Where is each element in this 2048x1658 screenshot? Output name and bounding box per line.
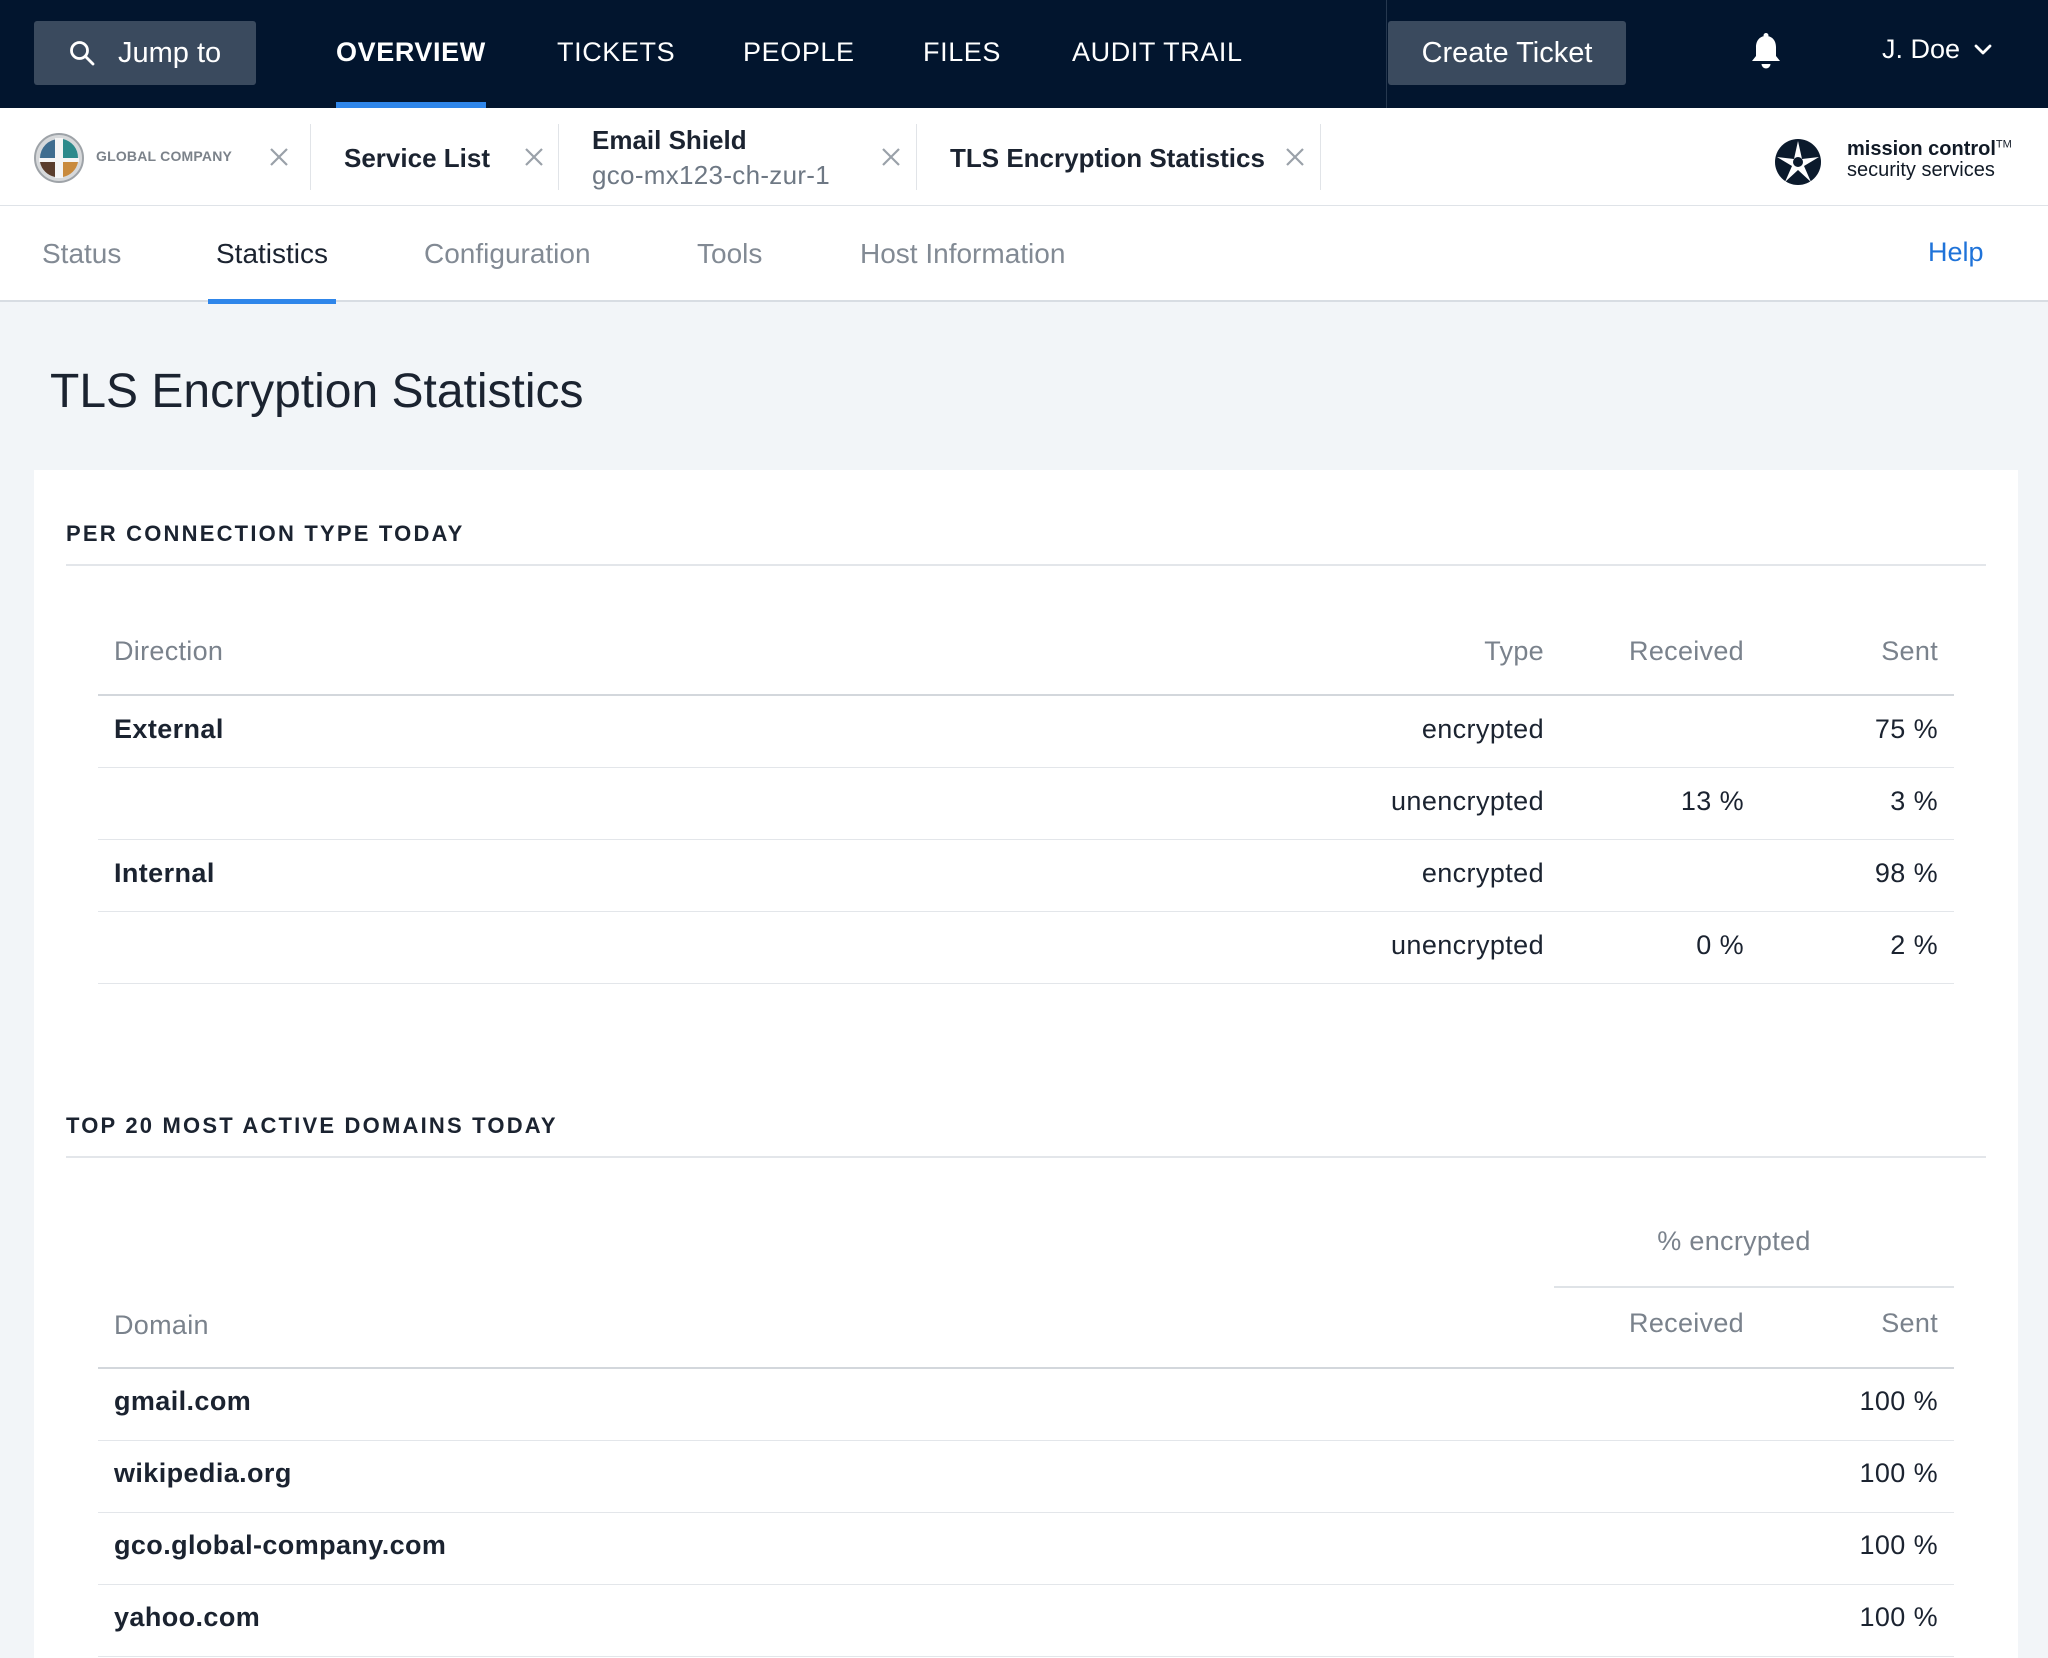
- row-divider: [98, 911, 1954, 912]
- close-email-shield-tab-icon[interactable]: [880, 146, 902, 168]
- sub-navigation: Status Statistics Configuration Tools Ho…: [0, 206, 2048, 304]
- tab-service-list-label: Service List: [344, 142, 490, 173]
- row-type: unencrypted: [1390, 930, 1544, 960]
- nav-overview[interactable]: OVERVIEW: [336, 0, 486, 108]
- row-received: 0 %: [1696, 930, 1744, 960]
- tab-divider: [1320, 124, 1321, 190]
- row-divider: [98, 983, 1954, 984]
- brand-name: mission controlTM: [1847, 138, 2012, 160]
- company-name: GLOBAL COMPANY: [96, 148, 233, 164]
- tab-email-shield-title: Email Shield: [592, 125, 747, 155]
- col-received: Received: [1629, 1308, 1744, 1338]
- header-divider: [98, 694, 1954, 696]
- close-tls-tab-icon[interactable]: [1284, 146, 1306, 168]
- top-navigation: Jump to OVERVIEW TICKETS PEOPLE FILES AU…: [0, 0, 2048, 108]
- breadcrumb-tabs: Service List Email Shield gco-mx123-ch-z…: [0, 108, 2048, 206]
- domain-sent: 100 %: [1859, 1602, 1938, 1632]
- mission-control-brand: mission controlTM security services: [1847, 138, 2012, 182]
- nav-people[interactable]: PEOPLE: [743, 0, 855, 108]
- row-type: encrypted: [1421, 858, 1544, 888]
- col-sent: Sent: [1881, 1308, 1938, 1338]
- nav-audit-trail[interactable]: AUDIT TRAIL: [1072, 0, 1243, 108]
- subtab-status[interactable]: Status: [42, 206, 121, 302]
- row-divider: [98, 839, 1954, 840]
- row-direction: External: [114, 714, 224, 744]
- subtab-configuration[interactable]: Configuration: [424, 206, 591, 302]
- section-divider: [66, 1156, 1986, 1158]
- tab-tls-statistics[interactable]: TLS Encryption Statistics: [950, 126, 1265, 190]
- jump-to-button[interactable]: Jump to: [34, 21, 256, 85]
- col-domain: Domain: [114, 1310, 209, 1340]
- row-divider: [98, 767, 1954, 768]
- row-sent: 98 %: [1874, 858, 1938, 888]
- tab-divider: [916, 124, 917, 190]
- col-received: Received: [1629, 636, 1744, 666]
- brand-tagline: security services: [1847, 159, 1995, 181]
- group-header-divider: [1554, 1286, 1954, 1288]
- nav-tickets[interactable]: TICKETS: [557, 0, 675, 108]
- row-received: 13 %: [1680, 786, 1744, 816]
- tab-email-shield-host: gco-mx123-ch-zur-1: [592, 160, 831, 190]
- connection-section-title: PER CONNECTION TYPE TODAY: [66, 521, 465, 546]
- user-menu[interactable]: J. Doe: [1882, 34, 1992, 65]
- row-sent: 3 %: [1890, 786, 1938, 816]
- help-link[interactable]: Help: [1928, 206, 1984, 302]
- row-divider: [98, 1512, 1954, 1513]
- domain-sent: 100 %: [1859, 1530, 1938, 1560]
- domain-sent: 100 %: [1859, 1458, 1938, 1488]
- col-group-encrypted: % encrypted: [1657, 1226, 1811, 1256]
- col-direction: Direction: [114, 636, 224, 666]
- domains-section-title: TOP 20 MOST ACTIVE DOMAINS TODAY: [66, 1113, 558, 1138]
- page-title: TLS Encryption Statistics: [50, 365, 584, 418]
- close-service-list-tab-icon[interactable]: [523, 146, 545, 168]
- col-sent: Sent: [1881, 636, 1938, 666]
- global-company-logo[interactable]: [33, 132, 85, 184]
- close-company-tab-icon[interactable]: [268, 146, 290, 168]
- row-divider: [98, 1440, 1954, 1441]
- nav-files[interactable]: FILES: [923, 0, 1001, 108]
- subtab-statistics[interactable]: Statistics: [207, 206, 337, 304]
- user-name: J. Doe: [1882, 34, 1961, 64]
- tab-service-list[interactable]: Service List: [344, 126, 490, 190]
- bell-icon[interactable]: [1748, 32, 1784, 72]
- row-sent: 75 %: [1874, 714, 1938, 744]
- domain-name: yahoo.com: [114, 1602, 261, 1632]
- tab-email-shield[interactable]: Email Shield gco-mx123-ch-zur-1: [592, 120, 830, 196]
- row-type: encrypted: [1421, 714, 1544, 744]
- subtab-tools[interactable]: Tools: [697, 206, 762, 302]
- row-sent: 2 %: [1890, 930, 1938, 960]
- tab-tls-statistics-label: TLS Encryption Statistics: [950, 142, 1265, 173]
- domain-name: wikipedia.org: [114, 1458, 292, 1488]
- tab-divider: [558, 124, 559, 190]
- statistics-card: PER CONNECTION TYPE TODAY Direction Type…: [34, 470, 2018, 1658]
- section-divider: [66, 564, 1986, 566]
- jump-to-label: Jump to: [118, 36, 222, 69]
- col-type: Type: [1484, 636, 1544, 666]
- row-divider: [98, 1656, 1954, 1657]
- tab-divider: [310, 124, 311, 190]
- subtab-host-information[interactable]: Host Information: [860, 206, 1065, 302]
- header-divider: [98, 1367, 1954, 1369]
- row-type: unencrypted: [1390, 786, 1544, 816]
- mission-control-logo-icon: [1775, 139, 1821, 185]
- domain-sent: 100 %: [1859, 1386, 1938, 1416]
- row-direction: Internal: [114, 858, 215, 888]
- domain-name: gco.global-company.com: [114, 1530, 447, 1560]
- trademark: TM: [1995, 138, 2012, 151]
- search-icon: [70, 41, 95, 66]
- chevron-down-icon: [1974, 44, 1992, 54]
- nav-divider: [1386, 0, 1387, 108]
- create-ticket-button[interactable]: Create Ticket: [1388, 21, 1626, 85]
- domain-name: gmail.com: [114, 1386, 252, 1416]
- row-divider: [98, 1584, 1954, 1585]
